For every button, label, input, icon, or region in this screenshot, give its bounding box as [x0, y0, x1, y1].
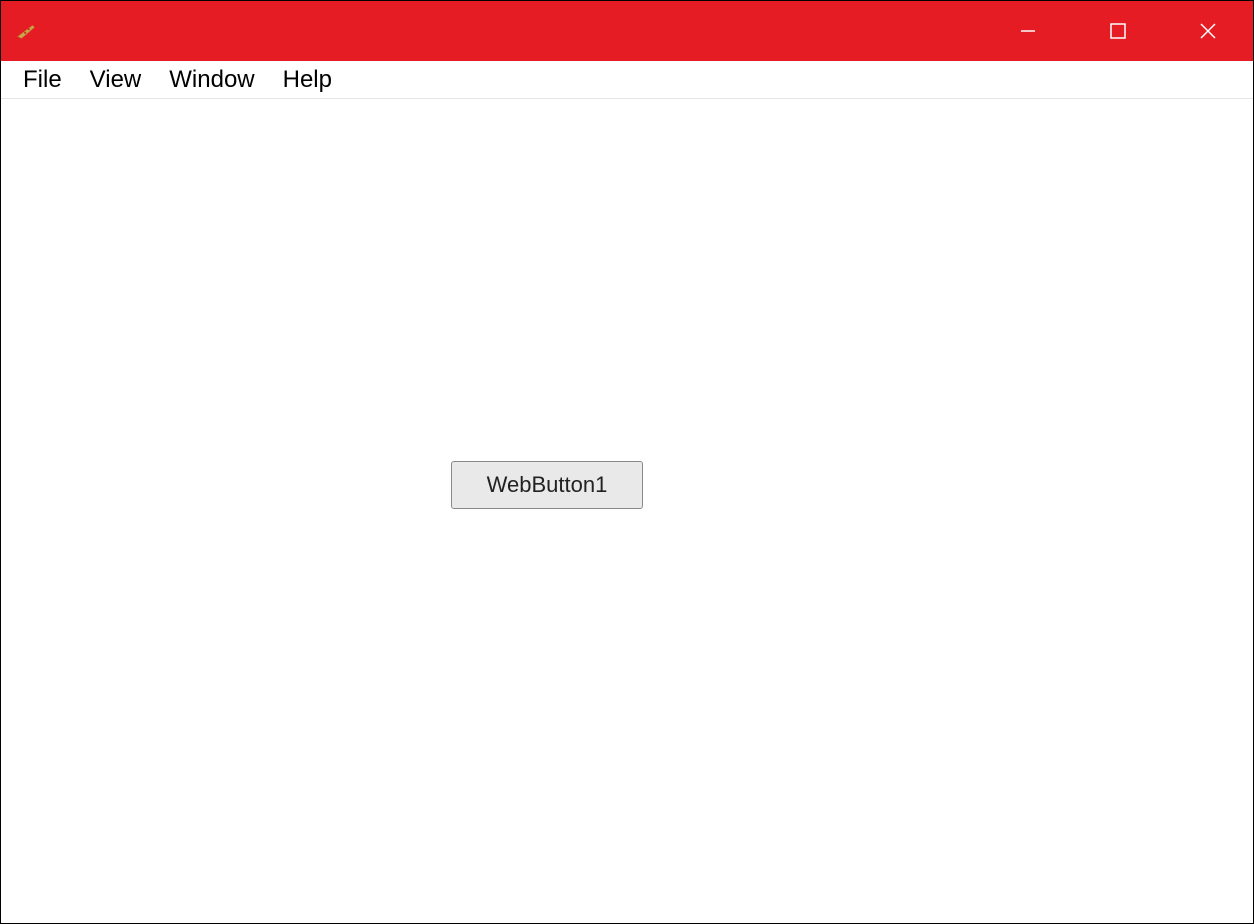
titlebar-left — [15, 19, 39, 43]
web-button-1[interactable]: WebButton1 — [451, 461, 643, 509]
app-icon — [15, 19, 39, 43]
close-button[interactable] — [1163, 1, 1253, 61]
menu-help[interactable]: Help — [269, 62, 346, 98]
titlebar[interactable] — [1, 1, 1253, 61]
menu-view[interactable]: View — [76, 62, 156, 98]
maximize-button[interactable] — [1073, 1, 1163, 61]
client-area: WebButton1 — [1, 99, 1253, 923]
minimize-button[interactable] — [983, 1, 1073, 61]
menu-file[interactable]: File — [9, 62, 76, 98]
window-controls — [983, 1, 1253, 61]
menubar: File View Window Help — [1, 61, 1253, 99]
menu-window[interactable]: Window — [155, 62, 268, 98]
